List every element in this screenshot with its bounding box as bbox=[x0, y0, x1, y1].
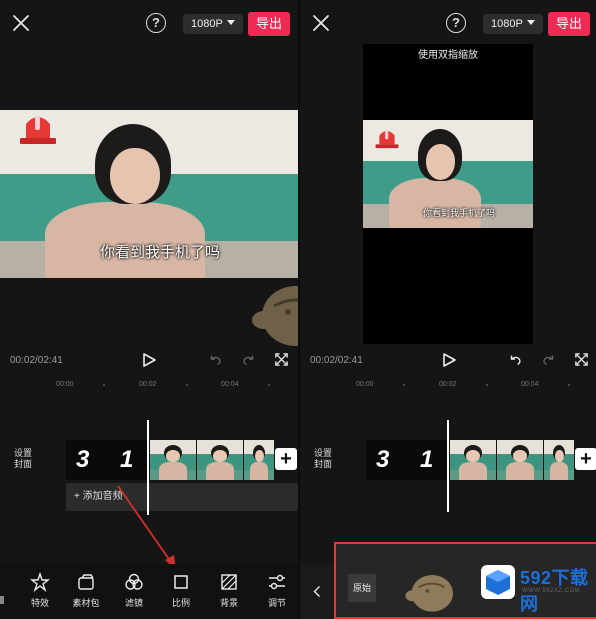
tool-label: 背景 bbox=[219, 598, 238, 608]
set-cover-button[interactable]: 设置 封面 bbox=[308, 448, 338, 482]
pinch-zoom-hint: 使用双指缩放 bbox=[418, 50, 478, 61]
video-clip-thumb[interactable] bbox=[544, 440, 574, 480]
effects-icon bbox=[30, 572, 50, 592]
background-icon bbox=[221, 574, 237, 590]
video-clip-thumb[interactable] bbox=[497, 440, 543, 480]
person-body bbox=[389, 178, 481, 228]
video-preview[interactable]: 你看到我手机了吗 bbox=[363, 120, 533, 228]
ruler-label: 00:00 bbox=[56, 381, 74, 388]
ruler-label: 00:00 bbox=[356, 381, 374, 388]
video-preview[interactable]: 你看到我手机了吗 bbox=[0, 110, 298, 278]
caret-down-icon bbox=[526, 20, 535, 25]
close-icon[interactable] bbox=[10, 12, 32, 34]
add-clip-button[interactable]: + bbox=[275, 448, 297, 470]
redo-icon[interactable] bbox=[542, 353, 556, 367]
ruler-label: 00:02 bbox=[439, 381, 457, 388]
tool-background[interactable]: 背景 bbox=[209, 572, 249, 609]
bottom-toolbar: 特效 素材包 滤镜 比例 背景 调节 bbox=[0, 564, 298, 619]
tool-label: 滤镜 bbox=[124, 598, 143, 608]
resolution-dropdown[interactable]: 1080P bbox=[483, 14, 543, 34]
playhead[interactable] bbox=[447, 420, 449, 512]
intro-clip[interactable]: 3 1 bbox=[366, 440, 448, 480]
tool-ratio[interactable]: 比例 bbox=[161, 572, 201, 609]
add-clip-button[interactable]: + bbox=[575, 448, 596, 470]
tool-effects[interactable]: 特效 bbox=[20, 572, 60, 609]
mascot-watermark-icon bbox=[252, 286, 298, 346]
clip-number: 1 bbox=[420, 446, 434, 473]
export-button[interactable]: 导出 bbox=[248, 12, 290, 36]
tool-material-pack[interactable]: 素材包 bbox=[66, 572, 106, 609]
siren-icon bbox=[20, 116, 56, 144]
tool-adjust[interactable]: 调节 bbox=[257, 572, 297, 609]
material-pack-icon bbox=[78, 574, 94, 590]
redo-icon[interactable] bbox=[242, 353, 256, 367]
resolution-value: 1080P bbox=[191, 18, 223, 30]
undo-icon[interactable] bbox=[508, 353, 522, 367]
mascot-watermark-icon bbox=[405, 575, 453, 612]
fullscreen-icon[interactable] bbox=[274, 352, 289, 367]
tool-label: 调节 bbox=[267, 598, 286, 608]
ruler-dot bbox=[186, 384, 188, 386]
person-face bbox=[426, 144, 455, 180]
play-icon[interactable] bbox=[141, 352, 157, 368]
ratio-option-label: 原始 bbox=[352, 583, 371, 593]
site-url: WWW.592XZ.COM bbox=[522, 588, 581, 594]
ruler-label: 00:04 bbox=[521, 381, 539, 388]
person-face bbox=[110, 148, 160, 204]
video-subtitle: 你看到我手机了吗 bbox=[100, 244, 221, 261]
ruler-dot bbox=[403, 384, 405, 386]
siren-icon bbox=[375, 130, 399, 149]
site-logo-icon bbox=[481, 565, 515, 599]
fullscreen-icon[interactable] bbox=[574, 352, 589, 367]
ratio-canvas[interactable]: 使用双指缩放 你看到我手机了吗 bbox=[363, 44, 533, 344]
help-icon[interactable]: ? bbox=[146, 13, 166, 33]
resolution-dropdown[interactable]: 1080P bbox=[183, 14, 243, 34]
ruler-dot bbox=[486, 384, 488, 386]
ruler-dot bbox=[103, 384, 105, 386]
ratio-icon bbox=[174, 575, 188, 589]
clip-number: 3 bbox=[376, 446, 390, 473]
toolbar-edge-label bbox=[0, 596, 4, 604]
resolution-value: 1080P bbox=[491, 18, 523, 30]
person-body bbox=[45, 202, 205, 278]
video-clip-thumb[interactable] bbox=[450, 440, 496, 480]
export-button[interactable]: 导出 bbox=[548, 12, 590, 36]
tool-label: 特效 bbox=[30, 598, 49, 608]
ruler-dot bbox=[268, 384, 270, 386]
right-editor-panel: ? 1080P 导出 使用双指缩放 你看到我手机了吗 00:02/02:41 0… bbox=[300, 0, 596, 619]
tool-label: 比例 bbox=[171, 598, 190, 608]
close-icon[interactable] bbox=[310, 12, 332, 34]
tool-label: 素材包 bbox=[72, 598, 100, 608]
caret-down-icon bbox=[226, 20, 235, 25]
ruler-dot bbox=[568, 384, 570, 386]
undo-icon[interactable] bbox=[208, 353, 222, 367]
left-editor-panel: ? 1080P 导出 你看到我手机了吗 00:02/02:41 00:00 00… bbox=[0, 0, 298, 619]
timecode: 00:02/02:41 bbox=[310, 355, 363, 366]
filter-icon bbox=[125, 573, 143, 590]
video-subtitle: 你看到我手机了吗 bbox=[423, 208, 496, 218]
back-chevron-icon[interactable] bbox=[312, 584, 322, 599]
ruler-label: 00:04 bbox=[221, 381, 239, 388]
adjust-icon bbox=[269, 574, 285, 590]
timecode: 00:02/02:41 bbox=[10, 355, 63, 366]
ruler-label: 00:02 bbox=[139, 381, 157, 388]
help-icon[interactable]: ? bbox=[446, 13, 466, 33]
play-icon[interactable] bbox=[441, 352, 457, 368]
ratio-highlight-box: 原始 592下载网 WWW.592XZ.COM bbox=[334, 542, 596, 619]
ratio-option-original[interactable]: 原始 bbox=[348, 574, 376, 602]
tool-filter[interactable]: 滤镜 bbox=[114, 572, 154, 609]
